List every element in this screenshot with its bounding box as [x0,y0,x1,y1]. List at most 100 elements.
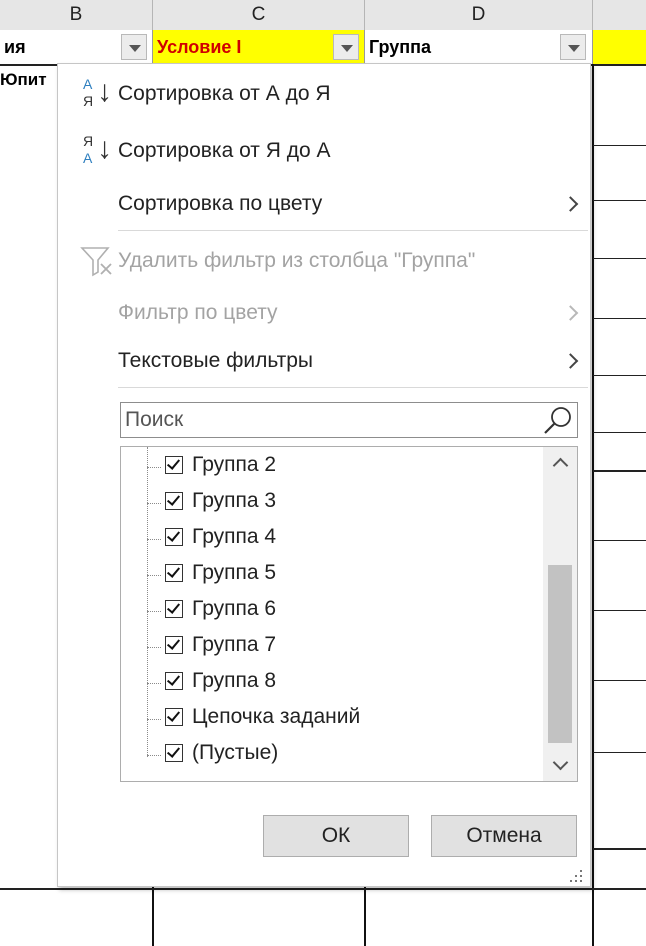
sort-descending-icon: Я А ↓ [83,132,112,166]
grid-line [152,886,154,946]
list-item-label: Группа 6 [192,597,277,620]
scroll-thumb[interactable] [548,565,572,743]
filter-by-color-label: Фильтр по цвету [118,301,278,324]
list-item[interactable]: (Пустые) [121,737,541,773]
cell-b2-text[interactable]: Юпит [0,70,47,90]
sort-by-color-label: Сортировка по цвету [118,192,323,215]
menu-separator [118,387,588,388]
checkbox[interactable] [165,744,183,762]
chevron-right-icon [562,353,579,369]
tree-branch [147,539,161,540]
grid-line [593,200,646,201]
values-list: Группа 2 Группа 3 Группа 4 Группа 5 Группа 6… [120,446,578,782]
list-item-label: Группа 7 [192,633,277,656]
cell-e1[interactable] [593,30,646,64]
sort-icon-bottom-letter: А [83,150,93,166]
clear-filter-icon [80,247,112,277]
list-item[interactable]: Группа 7 [121,629,541,665]
grid-line [593,375,646,376]
cell-d1[interactable]: Группа [365,30,593,64]
column-header-d[interactable]: D [365,0,593,30]
sort-icon-top-letter: Я [83,133,94,149]
grid-line [593,752,646,753]
checkbox[interactable] [165,492,183,510]
grid-line [593,610,646,611]
checkbox[interactable] [165,708,183,726]
list-item-label: Группа 8 [192,669,277,692]
grid-line [364,886,366,946]
tree-branch [147,647,161,648]
sort-by-color-item[interactable]: Сортировка по цвету [58,184,590,224]
grid-line [593,258,646,259]
search-icon[interactable] [541,404,575,436]
clear-filter-label: Удалить фильтр из столбца "Группа" [118,249,476,272]
chevron-right-icon [562,196,579,212]
list-item[interactable]: Группа 6 [121,593,541,629]
grid-line [592,64,594,946]
resize-grip-icon[interactable] [570,870,584,882]
grid-line [593,540,646,541]
filter-dropdown-b-button[interactable] [121,34,147,60]
sort-ascending-icon: А Я ↓ [83,75,112,109]
sort-a-to-z-item[interactable]: А Я ↓ Сортировка от А до Я [58,74,590,114]
cell-b1-text: ия [4,37,26,57]
chevron-right-icon [562,305,579,321]
list-item[interactable]: Группа 5 [121,557,541,593]
checkbox[interactable] [165,600,183,618]
checkbox[interactable] [165,672,183,690]
sort-icon-top-letter: А [83,76,93,92]
cell-c1-text: Условие I [157,37,242,57]
list-item[interactable]: Группа 4 [121,521,541,557]
ok-button[interactable]: ОК [263,815,409,857]
checkbox[interactable] [165,456,183,474]
scroll-up-button[interactable] [543,447,577,477]
cancel-button[interactable]: Отмена [431,815,577,857]
scroll-down-button[interactable] [543,751,577,781]
list-scrollbar[interactable] [543,447,577,781]
column-headers: B C D [0,0,646,31]
cell-b1[interactable]: ия [0,30,153,64]
header-row: ия Условие I Группа [0,30,646,66]
column-header-c[interactable]: C [153,0,365,30]
list-item-label: Группа 3 [192,489,277,512]
checkbox[interactable] [165,636,183,654]
list-item[interactable]: Группа 3 [121,485,541,521]
clear-filter-item[interactable]: Удалить фильтр из столбца "Группа" [58,241,590,281]
tree-branch [147,755,161,756]
grid-line [593,680,646,681]
filter-dropdown-c-button[interactable] [333,34,359,60]
list-item-label: Группа 4 [192,525,277,548]
sort-z-to-a-label: Сортировка от Я до А [118,139,331,162]
grid-line [593,848,646,850]
grid-line [0,888,646,890]
column-header-b[interactable]: B [0,0,153,30]
list-item[interactable]: Цепочка заданий [121,701,541,737]
tree-branch [147,467,161,468]
text-filters-item[interactable]: Текстовые фильтры [58,341,590,381]
sort-icon-bottom-letter: Я [83,93,94,109]
grid-line [593,432,646,433]
tree-branch [147,503,161,504]
checkbox[interactable] [165,528,183,546]
filter-by-color-item[interactable]: Фильтр по цвету [58,293,590,333]
sort-a-to-z-label: Сортировка от А до Я [118,82,331,105]
menu-separator [118,230,588,231]
filter-dropdown-d-button[interactable] [560,34,586,60]
list-item[interactable]: Группа 8 [121,665,541,701]
grid-line [593,470,646,472]
grid-line [593,145,646,146]
checkbox[interactable] [165,564,183,582]
tree-branch [147,683,161,684]
cell-c1[interactable]: Условие I [153,30,365,64]
cell-d1-text: Группа [369,37,432,57]
list-item-label: Группа 5 [192,561,277,584]
text-filters-label: Текстовые фильтры [118,349,314,372]
list-item-label: Цепочка заданий [192,705,361,728]
list-item-label: (Пустые) [192,741,279,764]
search-box [120,402,578,438]
search-input[interactable] [121,403,541,437]
autofilter-dropdown: А Я ↓ Сортировка от А до Я Я А ↓ Сортиро… [57,63,591,887]
list-item[interactable]: Группа 2 [121,449,541,485]
sort-z-to-a-item[interactable]: Я А ↓ Сортировка от Я до А [58,131,590,171]
list-item-label: Группа 2 [192,453,277,476]
